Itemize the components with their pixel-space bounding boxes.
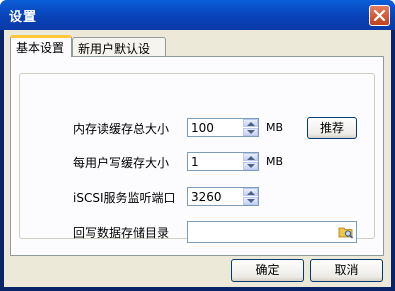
recommend-button-label: 推荐 xyxy=(319,121,344,135)
spin-down-icon xyxy=(247,130,255,134)
iscsi-port-down-button[interactable] xyxy=(243,197,258,205)
close-button[interactable] xyxy=(369,5,390,26)
per-user-write-up-button[interactable] xyxy=(243,153,258,161)
spin-up-icon xyxy=(247,156,255,160)
close-icon xyxy=(373,9,386,22)
tab-basic-settings[interactable]: 基本设置 xyxy=(10,35,72,57)
ok-button[interactable]: 确定 xyxy=(231,259,304,282)
writeback-dir-field[interactable] xyxy=(187,221,357,243)
cache-total-up-button[interactable] xyxy=(243,119,258,127)
folder-browse-icon xyxy=(338,227,354,239)
browse-folder-button[interactable] xyxy=(338,224,354,240)
cache-total-label: 内存读缓存总大小 xyxy=(73,122,170,136)
window-title: 设置 xyxy=(9,10,38,25)
per-user-write-value[interactable]: 1 xyxy=(191,155,199,169)
tab-panel: 内存读缓存总大小 100 MB 推荐 每用户写缓存大小 1 MB iSCSI服务… xyxy=(10,56,384,256)
cache-total-unit: MB xyxy=(266,121,284,134)
spin-down-icon xyxy=(247,199,255,203)
per-user-write-spinbox[interactable]: 1 xyxy=(187,152,259,171)
per-user-write-unit: MB xyxy=(266,155,284,168)
spin-down-icon xyxy=(247,164,255,168)
iscsi-port-value[interactable]: 3260 xyxy=(191,190,222,204)
iscsi-port-label: iSCSI服务监听端口 xyxy=(73,191,176,205)
settings-dialog: 设置 基本设置 新用户默认设置 内存读缓存总大小 100 xyxy=(0,0,395,291)
cancel-button[interactable]: 取消 xyxy=(310,259,383,282)
iscsi-port-up-button[interactable] xyxy=(243,188,258,196)
tab-new-user-defaults[interactable]: 新用户默认设置 xyxy=(72,37,166,73)
dialog-client-area: 基本设置 新用户默认设置 内存读缓存总大小 100 MB xyxy=(4,30,391,287)
cancel-button-label: 取消 xyxy=(334,263,359,277)
cache-total-value[interactable]: 100 xyxy=(191,121,214,135)
cache-total-spinbox[interactable]: 100 xyxy=(187,118,259,137)
per-user-write-label: 每用户写缓存大小 xyxy=(73,156,170,170)
iscsi-port-spinbox[interactable]: 3260 xyxy=(187,187,259,206)
writeback-dir-label: 回写数据存储目录 xyxy=(73,226,170,240)
recommend-button[interactable]: 推荐 xyxy=(307,117,357,139)
tab-label: 基本设置 xyxy=(16,41,65,55)
spin-up-icon xyxy=(247,122,255,126)
per-user-write-down-button[interactable] xyxy=(243,162,258,170)
title-bar[interactable]: 设置 xyxy=(0,0,395,30)
spin-up-icon xyxy=(247,191,255,195)
cache-total-down-button[interactable] xyxy=(243,128,258,136)
ok-button-label: 确定 xyxy=(255,263,280,277)
